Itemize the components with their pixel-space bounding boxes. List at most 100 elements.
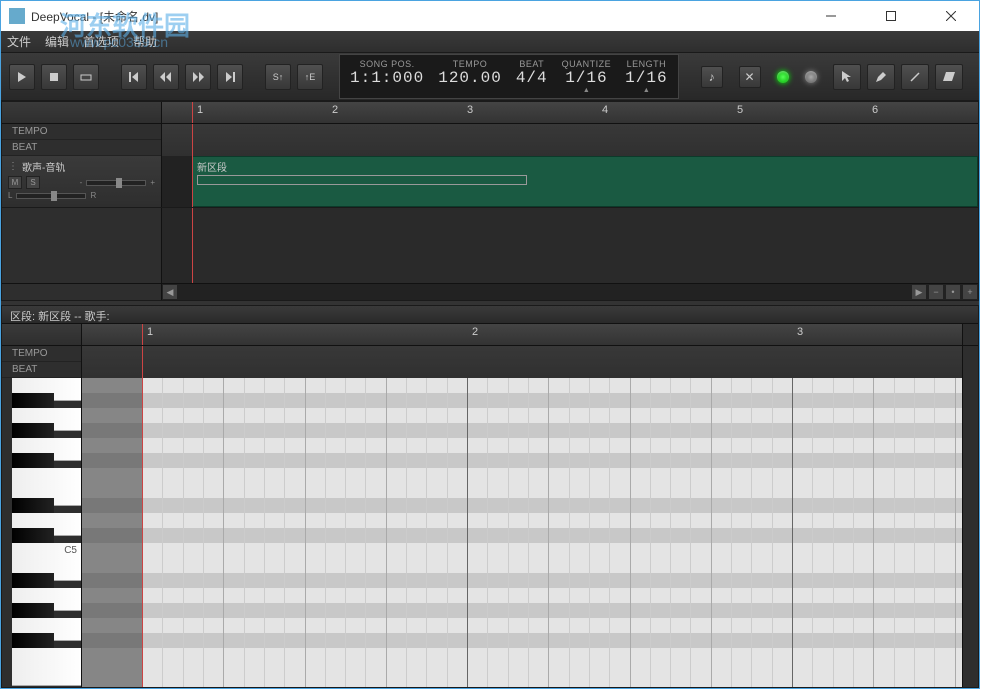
black-key[interactable]: [12, 423, 54, 438]
forward-button[interactable]: [185, 64, 211, 90]
grid-row[interactable]: [82, 393, 962, 408]
black-key[interactable]: [12, 633, 54, 648]
scroll-right-button[interactable]: ▶: [911, 284, 927, 300]
pre-roll-region: [162, 208, 192, 283]
quantize-value[interactable]: 1/16: [565, 69, 607, 87]
zoom-reset-button[interactable]: •: [945, 284, 961, 300]
grid-subline: [345, 378, 346, 687]
grid-subline: [406, 378, 407, 687]
arr-tempo-lane[interactable]: [162, 124, 978, 156]
grid-row[interactable]: [82, 498, 962, 513]
zoom-out-button[interactable]: −: [928, 284, 944, 300]
song-pos-label: SONG POS.: [360, 59, 415, 69]
menu-edit[interactable]: 编辑: [45, 33, 69, 50]
black-key[interactable]: [12, 498, 54, 513]
ruler-mark: 4: [602, 104, 608, 116]
forward-end-button[interactable]: [217, 64, 243, 90]
white-key[interactable]: [12, 663, 81, 686]
shuffle-button[interactable]: ✕: [739, 66, 761, 88]
ruler-mark: 3: [467, 104, 473, 116]
piano-grid[interactable]: [82, 378, 962, 687]
grid-row[interactable]: [82, 633, 962, 648]
grid-subline: [569, 378, 570, 687]
grid-subline: [528, 378, 529, 687]
grid-subline: [162, 378, 163, 687]
black-key[interactable]: [12, 603, 54, 618]
audio-clip[interactable]: 新区段: [192, 156, 978, 207]
grid-row[interactable]: [82, 663, 962, 678]
grid-subline: [589, 378, 590, 687]
minimize-button[interactable]: [811, 5, 851, 27]
grid-vline: [711, 378, 712, 687]
piano-ruler[interactable]: 1 2 3: [82, 324, 962, 345]
track-lane[interactable]: 新区段: [162, 156, 978, 207]
piano-keyboard[interactable]: C5: [2, 378, 82, 687]
clip-range-indicator[interactable]: [197, 175, 527, 185]
beat-value[interactable]: 4/4: [516, 69, 548, 87]
maximize-button[interactable]: [871, 5, 911, 27]
grid-row[interactable]: [82, 483, 962, 498]
grid-row[interactable]: [82, 468, 962, 483]
grid-row[interactable]: [82, 588, 962, 603]
loop-button[interactable]: [73, 64, 99, 90]
piano-tempo-lane[interactable]: [82, 346, 962, 378]
toolbar: S↑ ↑E SONG POS. 1:1:000 TEMPO 120.00 BEA…: [1, 53, 979, 101]
playhead-line: [142, 378, 143, 687]
playhead[interactable]: [142, 324, 143, 345]
grid-row[interactable]: [82, 543, 962, 558]
playhead[interactable]: [192, 102, 193, 123]
play-led-icon[interactable]: [777, 71, 789, 83]
tempo-value[interactable]: 120.00: [438, 69, 502, 87]
solo-button[interactable]: S: [26, 176, 40, 189]
grid-row[interactable]: [82, 513, 962, 528]
eraser-tool-button[interactable]: [935, 64, 963, 90]
play-button[interactable]: [9, 64, 35, 90]
close-button[interactable]: [931, 5, 971, 27]
zoom-in-button[interactable]: +: [962, 284, 978, 300]
scroll-left-button[interactable]: ◀: [162, 284, 178, 300]
length-value[interactable]: 1/16: [625, 69, 667, 87]
arrangement-h-scrollbar[interactable]: ◀ ▶ − • +: [2, 283, 978, 300]
track-header[interactable]: ⋮歌声-音轨 M S - + L R: [2, 156, 162, 207]
black-key[interactable]: [12, 453, 54, 468]
grid-row[interactable]: [82, 558, 962, 573]
grid-row[interactable]: [82, 573, 962, 588]
black-key[interactable]: [12, 393, 54, 408]
grid-row[interactable]: [82, 423, 962, 438]
black-key[interactable]: [12, 573, 54, 588]
rewind-start-button[interactable]: [121, 64, 147, 90]
note-mode-button[interactable]: ♪: [701, 66, 723, 88]
grid-row[interactable]: [82, 408, 962, 423]
grid-row[interactable]: [82, 528, 962, 543]
arr-ruler[interactable]: 1 2 3 4 5 6: [162, 102, 978, 123]
grid-vline: [630, 378, 631, 687]
marker-end-button[interactable]: ↑E: [297, 64, 323, 90]
grid-subline: [325, 378, 326, 687]
record-led-icon[interactable]: [805, 71, 817, 83]
app-icon: [9, 8, 25, 24]
grid-subline: [609, 378, 610, 687]
grid-row[interactable]: [82, 438, 962, 453]
mute-button[interactable]: M: [8, 176, 22, 189]
grid-row[interactable]: [82, 648, 962, 663]
menu-help[interactable]: 帮助: [133, 33, 157, 50]
line-tool-button[interactable]: [901, 64, 929, 90]
marker-start-button[interactable]: S↑: [265, 64, 291, 90]
stop-button[interactable]: [41, 64, 67, 90]
arrangement-empty-area[interactable]: [2, 208, 978, 283]
pan-slider[interactable]: [16, 193, 86, 199]
grid-row[interactable]: [82, 618, 962, 633]
pencil-tool-button[interactable]: [867, 64, 895, 90]
grid-row[interactable]: [82, 453, 962, 468]
rewind-button[interactable]: [153, 64, 179, 90]
song-pos-value[interactable]: 1:1:000: [350, 69, 424, 87]
grid-row[interactable]: [82, 378, 962, 393]
grid-row[interactable]: [82, 603, 962, 618]
piano-v-scrollbar[interactable]: [962, 378, 978, 687]
pointer-tool-button[interactable]: [833, 64, 861, 90]
black-key[interactable]: [12, 528, 54, 543]
menu-preferences[interactable]: 首选项: [83, 33, 119, 50]
menu-file[interactable]: 文件: [7, 33, 31, 50]
volume-slider[interactable]: [86, 180, 146, 186]
grid-subline: [894, 378, 895, 687]
